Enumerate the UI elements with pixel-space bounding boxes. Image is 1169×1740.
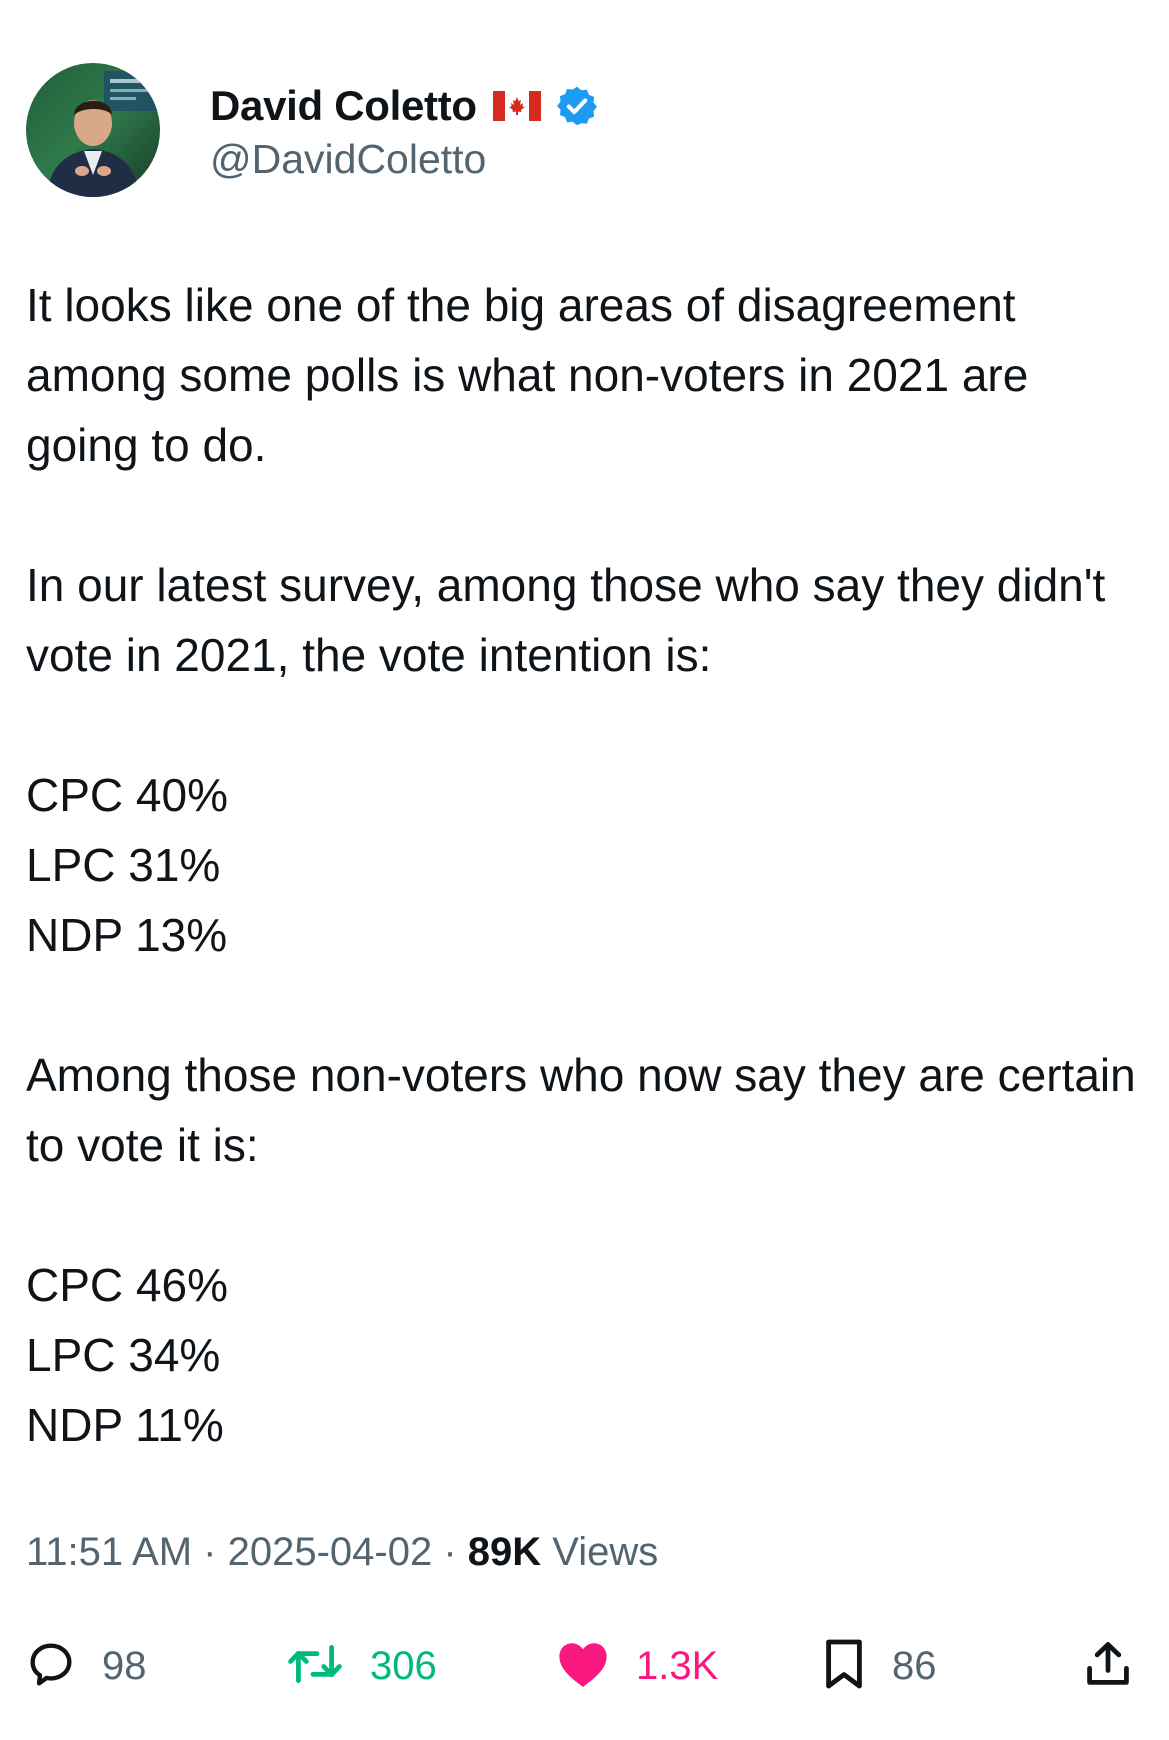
share-icon [1082,1638,1134,1695]
views-count[interactable]: 89K [468,1530,541,1574]
author-handle[interactable]: @DavidColetto [210,136,599,183]
tweet-date[interactable]: 2025-04-02 [228,1530,433,1574]
name-row: David Coletto [210,78,599,134]
author-names: David Coletto @DavidColetto [210,78,599,183]
tweet-paragraph-3: Among those non-voters who now say they … [26,1049,1136,1171]
bookmark-icon [822,1637,866,1696]
tweet-meta: 11:51 AM · 2025-04-02 · 89K Views [26,1530,658,1575]
canada-flag-icon [492,90,541,121]
verified-badge-icon [555,84,599,128]
retweet-icon [286,1639,344,1694]
list-item: NDP 13% [26,909,228,961]
bookmark-count: 86 [892,1643,937,1688]
share-button[interactable] [1082,1628,1134,1704]
avatar[interactable] [26,63,160,197]
views-label: Views [541,1530,659,1574]
heart-icon [556,1639,610,1694]
reply-icon [26,1639,76,1694]
list-item: LPC 31% [26,839,221,891]
meta-separator: · [192,1530,228,1574]
retweet-count: 306 [370,1643,437,1688]
list-item: NDP 11% [26,1399,224,1451]
tweet-time[interactable]: 11:51 AM [26,1530,192,1574]
result-list-certain-voters: CPC 46% LPC 34% NDP 11% [26,1250,1151,1460]
display-name[interactable]: David Coletto [210,82,477,130]
bookmark-button[interactable]: 86 [822,1628,937,1704]
list-item: CPC 40% [26,769,228,821]
action-bar: 98 306 1.3K 86 [0,1628,1169,1704]
retweet-button[interactable]: 306 [286,1628,437,1704]
tweet-text: It looks like one of the big areas of di… [26,270,1151,1460]
tweet-paragraph-2: In our latest survey, among those who sa… [26,559,1106,681]
tweet-paragraph-1: It looks like one of the big areas of di… [26,279,1029,471]
reply-button[interactable]: 98 [26,1628,147,1704]
list-item: CPC 46% [26,1259,228,1311]
like-button[interactable]: 1.3K [556,1628,718,1704]
reply-count: 98 [102,1643,147,1688]
tweet-header: David Coletto @DavidColetto [26,62,599,198]
list-item: LPC 34% [26,1329,221,1381]
tweet: David Coletto @DavidColetto It looks lik… [0,0,1169,1740]
result-list-all-nonvoters: CPC 40% LPC 31% NDP 13% [26,760,1151,970]
like-count: 1.3K [636,1643,719,1688]
meta-separator: · [432,1530,468,1574]
